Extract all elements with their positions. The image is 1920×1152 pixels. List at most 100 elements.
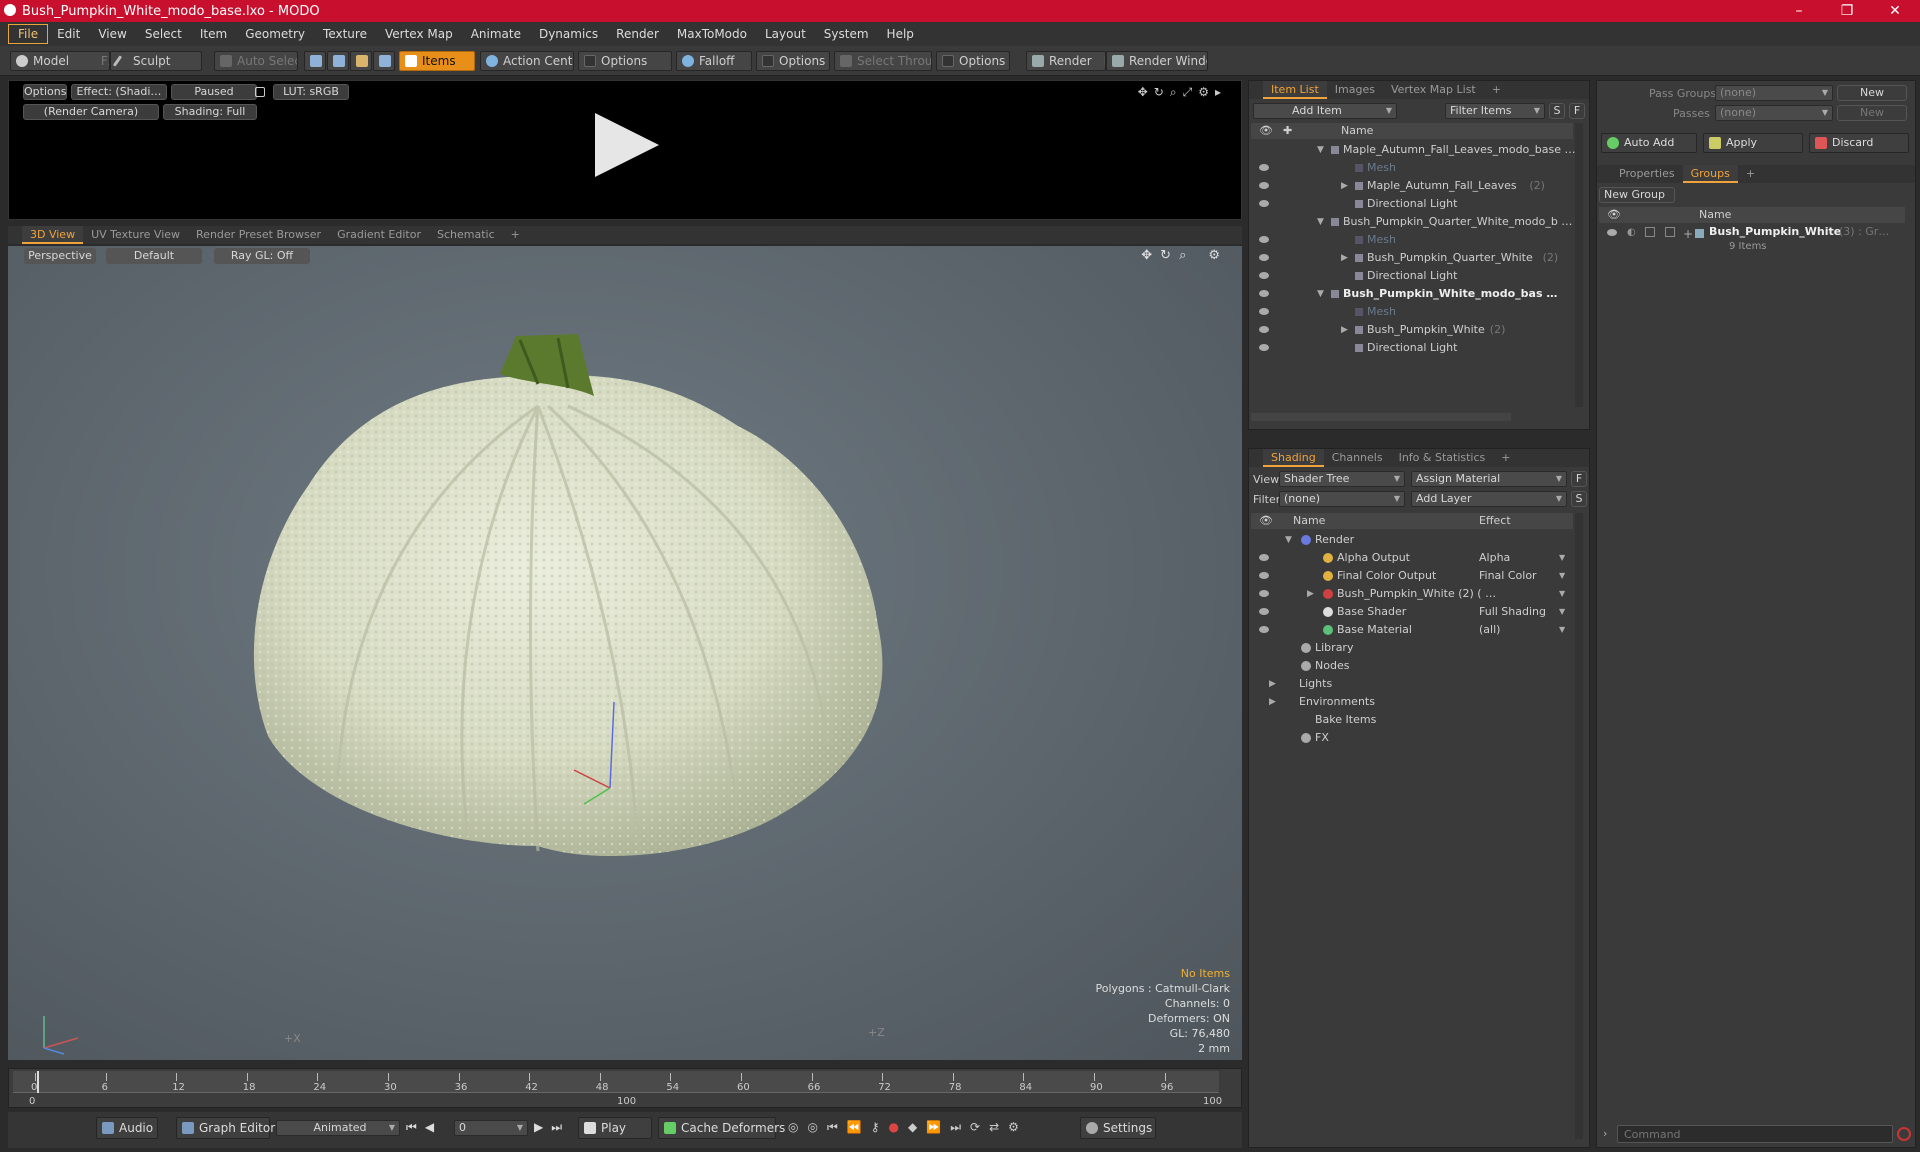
move-icon[interactable]: ✥ bbox=[1141, 248, 1160, 263]
shader-tree-row[interactable]: ▶ Bush_Pumpkin_White (2) ( … ▼ bbox=[1251, 585, 1573, 603]
menu-edit[interactable]: Edit bbox=[48, 25, 89, 43]
eye-icon[interactable] bbox=[1259, 590, 1269, 597]
add-tab-button[interactable]: + bbox=[1738, 165, 1763, 183]
perspective-dropdown[interactable]: Perspective bbox=[24, 248, 96, 264]
model-mode-button[interactable]: Model F2 bbox=[10, 51, 110, 71]
key-set-icon[interactable]: ◆ bbox=[908, 1120, 926, 1134]
preview-lut-dropdown[interactable]: LUT: sRGB bbox=[273, 84, 349, 100]
shader-tree-row[interactable]: Base Shader Full Shading ▼ bbox=[1251, 603, 1573, 621]
chevron-right-icon[interactable]: ▸ bbox=[1215, 85, 1227, 99]
add-layer-dropdown[interactable]: Add Layer bbox=[1411, 491, 1567, 507]
menu-file[interactable]: File bbox=[8, 24, 49, 44]
tab-render-preset-browser[interactable]: Render Preset Browser bbox=[188, 226, 329, 244]
key-icon[interactable]: ⚷ bbox=[871, 1120, 889, 1134]
action-center-button[interactable]: Action Center bbox=[480, 51, 574, 71]
shader-tree-row[interactable]: ▶ Environments bbox=[1251, 693, 1573, 711]
new-pass-group-button[interactable]: New bbox=[1837, 85, 1907, 101]
pumpkin-model[interactable] bbox=[238, 326, 1078, 886]
material-select-button[interactable] bbox=[373, 51, 395, 71]
settings-button[interactable]: Settings bbox=[1080, 1117, 1156, 1139]
expand-arrow-icon[interactable]: ▶ bbox=[1341, 249, 1348, 267]
menu-view[interactable]: View bbox=[89, 25, 135, 43]
expand-arrow-icon[interactable]: ▼ bbox=[1317, 213, 1324, 231]
item-list-row[interactable]: Directional Light bbox=[1251, 339, 1573, 357]
apply-button[interactable]: Apply bbox=[1703, 133, 1803, 153]
default-dropdown[interactable]: Default bbox=[106, 248, 202, 264]
gear-icon[interactable]: ⚙ bbox=[1198, 85, 1215, 99]
tab-images[interactable]: Images bbox=[1327, 81, 1383, 99]
cache-deformers-button[interactable]: Cache Deformers bbox=[658, 1117, 785, 1139]
shader-tree-row[interactable]: Bake Items bbox=[1251, 711, 1573, 729]
expand-arrow-icon[interactable]: ▼ bbox=[1317, 285, 1324, 303]
filter-dropdown[interactable]: (none) bbox=[1279, 491, 1405, 507]
close-button[interactable]: ✕ bbox=[1872, 0, 1918, 22]
shader-tree-scrollbar[interactable] bbox=[1575, 513, 1583, 1139]
tab-properties[interactable]: Properties bbox=[1611, 165, 1683, 183]
tab-channels[interactable]: Channels bbox=[1324, 449, 1391, 467]
play-button[interactable]: Play bbox=[578, 1117, 652, 1139]
tab-gradient-editor[interactable]: Gradient Editor bbox=[329, 226, 429, 244]
item-list-row[interactable]: Directional Light bbox=[1251, 267, 1573, 285]
item-list-row[interactable]: ▼ Bush_Pumpkin_White_modo_bas … bbox=[1251, 285, 1573, 303]
raygl-dropdown[interactable]: Ray GL: Off bbox=[214, 248, 310, 264]
item-list-row[interactable]: ▼ Maple_Autumn_Fall_Leaves_modo_base … bbox=[1251, 141, 1576, 159]
transform-gizmo[interactable] bbox=[564, 692, 654, 812]
menu-maxtomodo[interactable]: MaxToModo bbox=[668, 25, 756, 43]
step-forward-icon[interactable]: ▶ bbox=[534, 1120, 551, 1134]
expand-arrow-icon[interactable]: ▶ bbox=[1307, 585, 1314, 603]
tab-vertex-map-list[interactable]: Vertex Map List bbox=[1383, 81, 1484, 99]
eye-icon[interactable] bbox=[1259, 608, 1269, 615]
next-icon[interactable]: ⏩ bbox=[926, 1120, 950, 1134]
preview-options-button[interactable]: Options bbox=[23, 84, 67, 100]
loop-icon[interactable]: ⟳ bbox=[970, 1120, 989, 1134]
group-row[interactable]: ◐ + Bush_Pumpkin_White (3) : Gr… 9 Items bbox=[1599, 225, 1905, 259]
item-list-row[interactable]: Mesh bbox=[1251, 231, 1573, 249]
eye-icon[interactable] bbox=[1259, 272, 1269, 279]
lock-toggle-icon[interactable] bbox=[1645, 227, 1655, 237]
animated-dropdown[interactable]: Animated bbox=[276, 1120, 400, 1136]
shader-tree-row[interactable]: Base Material (all) ▼ bbox=[1251, 621, 1573, 639]
audio-button[interactable]: Audio bbox=[96, 1117, 158, 1139]
eye-icon[interactable] bbox=[1259, 344, 1269, 351]
add-tab-button[interactable]: + bbox=[1493, 449, 1518, 467]
tab-uv-texture-view[interactable]: UV Texture View bbox=[83, 226, 188, 244]
select-through-button[interactable]: Select Through bbox=[834, 51, 932, 71]
sculpt-mode-button[interactable]: Sculpt bbox=[110, 51, 202, 71]
menu-geometry[interactable]: Geometry bbox=[236, 25, 314, 43]
restore-button[interactable]: ❐ bbox=[1824, 0, 1870, 22]
options-icon[interactable]: ⚙ bbox=[1008, 1120, 1028, 1134]
prev-icon[interactable]: ⏪ bbox=[847, 1120, 871, 1134]
tab-3d-view[interactable]: 3D View bbox=[22, 226, 84, 244]
menu-vertex-map[interactable]: Vertex Map bbox=[376, 25, 462, 43]
tab-info-statistics[interactable]: Info & Statistics bbox=[1391, 449, 1494, 467]
preview-paused-button[interactable]: Paused bbox=[171, 84, 257, 100]
eye-icon[interactable] bbox=[1259, 626, 1269, 633]
move-icon[interactable]: ✥ bbox=[1138, 85, 1154, 99]
menu-render[interactable]: Render bbox=[607, 25, 668, 43]
shader-tree-row[interactable]: Alpha Output Alpha ▼ bbox=[1251, 549, 1573, 567]
rotate-icon[interactable]: ↻ bbox=[1154, 85, 1170, 99]
s-button[interactable]: S bbox=[1549, 103, 1565, 119]
key-mode-icon[interactable]: ◎ bbox=[788, 1120, 807, 1134]
command-arrow-icon[interactable]: › bbox=[1603, 1127, 1607, 1140]
shader-tree-row[interactable]: FX bbox=[1251, 729, 1573, 747]
expand-arrow-icon[interactable]: ▶ bbox=[1269, 675, 1276, 693]
discard-button[interactable]: Discard bbox=[1809, 133, 1909, 153]
skip-start-icon[interactable]: ⏮ bbox=[406, 1120, 425, 1134]
action-center-options-button[interactable]: Options bbox=[578, 51, 672, 71]
chevron-down-icon[interactable]: ▼ bbox=[1559, 549, 1565, 567]
edge-select-button[interactable] bbox=[327, 51, 349, 71]
render-toggle-icon[interactable]: ◐ bbox=[1627, 227, 1636, 238]
menu-select[interactable]: Select bbox=[136, 25, 191, 43]
menu-layout[interactable]: Layout bbox=[756, 25, 815, 43]
zoom-icon[interactable]: ⌕ bbox=[1179, 248, 1194, 263]
chevron-down-icon[interactable]: ▼ bbox=[1559, 585, 1565, 603]
preview-shading-dropdown[interactable]: Shading: Full bbox=[163, 104, 257, 120]
expand-arrow-icon[interactable]: ▼ bbox=[1285, 531, 1292, 549]
skip-end-icon[interactable]: ⏭ bbox=[551, 1120, 570, 1134]
prev-key-icon[interactable]: ⏮ bbox=[827, 1120, 847, 1134]
frame-input[interactable]: 0 bbox=[454, 1120, 528, 1136]
expand-arrow-icon[interactable]: ▶ bbox=[1341, 321, 1348, 339]
add-tab-button[interactable]: + bbox=[503, 226, 528, 244]
passes-dropdown[interactable]: (none) bbox=[1715, 105, 1833, 121]
